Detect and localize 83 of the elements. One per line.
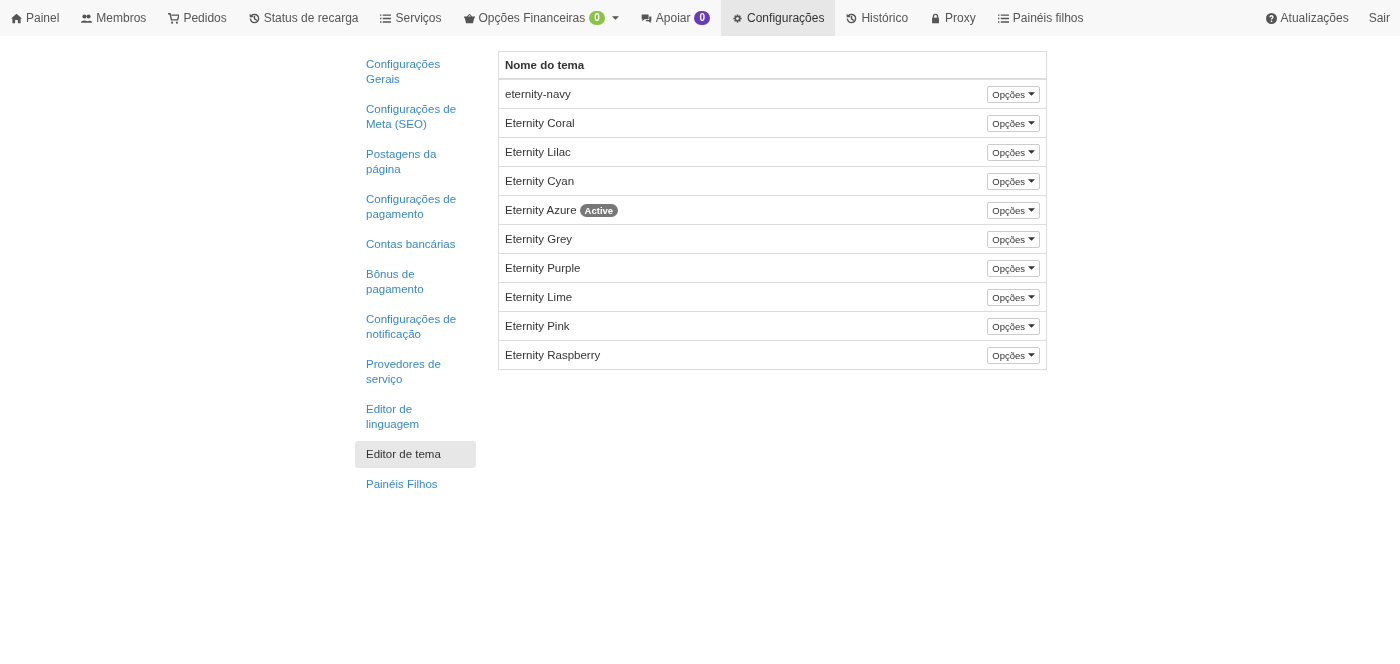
caret-icon — [1028, 324, 1035, 328]
nav-link[interactable]: Pedidos — [157, 0, 238, 36]
options-button[interactable]: Opções — [987, 85, 1040, 103]
nav-label: Atualizações — [1280, 11, 1349, 25]
nav-label: Pedidos — [183, 11, 227, 25]
nav-link[interactable]: Histórico — [835, 0, 920, 36]
sidebar-link[interactable]: Editor de linguagem — [355, 396, 476, 438]
options-button[interactable]: Opções — [987, 346, 1040, 364]
caret-icon — [1028, 179, 1035, 183]
nav-label: Configurações — [747, 11, 825, 25]
sidebar-link[interactable]: Editor de tema — [355, 441, 476, 468]
options-button[interactable]: Opções — [987, 172, 1040, 190]
sidebar-link[interactable]: Configurações de Meta (SEO) — [355, 96, 476, 138]
sidebar-link[interactable]: Configurações de notificação — [355, 306, 476, 348]
settings-icon — [732, 12, 744, 24]
nav-label: Painel — [26, 11, 60, 25]
nav-label: Proxy — [945, 11, 976, 25]
theme-name: Eternity Lime — [505, 291, 573, 303]
options-button[interactable]: Opções — [987, 201, 1040, 219]
nav-label: Serviços — [395, 11, 442, 25]
nav-link[interactable]: Membros — [70, 0, 158, 36]
caret-icon — [1028, 208, 1035, 212]
caret-icon — [1028, 150, 1035, 154]
sidebar-link[interactable]: Painéis Filhos — [355, 471, 476, 498]
options-button[interactable]: Opções — [987, 259, 1040, 277]
nav-link[interactable]: Configurações — [721, 0, 836, 36]
sidebar-link[interactable]: Configurações de pagamento — [355, 186, 476, 228]
nav-label: Apoiar — [655, 11, 691, 25]
theme-name: Eternity Azure — [505, 204, 577, 216]
theme-name: Eternity Pink — [505, 320, 570, 332]
caret-icon — [1028, 121, 1035, 125]
nav-link[interactable]: Opções Financeiras 0 — [452, 0, 630, 36]
sidebar-link[interactable]: Configurações Gerais — [355, 51, 476, 93]
nav-label: Status de recarga — [263, 11, 359, 25]
nav-label: Membros — [96, 11, 147, 25]
history-icon — [846, 12, 858, 24]
users-icon — [81, 12, 93, 24]
options-button[interactable]: Opções — [987, 288, 1040, 306]
caret-icon — [1028, 353, 1035, 357]
nav-link[interactable]: Serviços — [369, 0, 453, 36]
caret-icon — [1028, 92, 1035, 96]
chat-bubbles-icon — [640, 12, 652, 24]
nav-link[interactable]: Status de recarga — [237, 0, 370, 36]
nav-link[interactable]: Proxy — [919, 0, 987, 36]
nav-label: Opções Financeiras — [478, 11, 586, 25]
theme-name: Eternity Cyan — [505, 175, 575, 187]
history-icon — [248, 12, 260, 24]
sidebar-link[interactable]: Provedores de serviço — [355, 351, 476, 393]
count-badge: 0 — [589, 11, 605, 25]
column-header: Nome do tema — [499, 52, 1046, 79]
help-icon — [1265, 12, 1277, 24]
theme-name: Eternity Purple — [505, 262, 581, 274]
home-icon — [11, 12, 22, 24]
sidebar-link[interactable]: Postagens da página — [355, 141, 476, 183]
nav-link[interactable]: Sair — [1358, 0, 1400, 36]
sidebar-link[interactable]: Contas bancárias — [355, 231, 476, 258]
count-badge: 0 — [694, 11, 711, 25]
nav-label: Painéis filhos — [1012, 11, 1084, 25]
basket-icon — [463, 12, 475, 24]
caret-icon — [1028, 266, 1035, 270]
caret-icon — [1028, 237, 1035, 241]
nav-link[interactable]: Apoiar 0 — [629, 0, 722, 36]
list-icon — [997, 12, 1009, 24]
cart-icon — [168, 12, 180, 24]
nav-label: Histórico — [861, 11, 909, 25]
status-badge: Active — [579, 203, 619, 217]
sidebar-link[interactable]: Bônus de pagamento — [355, 261, 476, 303]
options-button[interactable]: Opções — [987, 114, 1040, 132]
theme-name: Eternity Coral — [505, 117, 575, 129]
theme-name: Eternity Lilac — [505, 146, 571, 158]
theme-name: Eternity Grey — [505, 233, 573, 245]
lock-icon — [930, 12, 942, 24]
options-button[interactable]: Opções — [987, 143, 1040, 161]
nav-link[interactable]: Painel — [0, 0, 71, 36]
theme-name: eternity-navy — [505, 88, 571, 100]
theme-name: Eternity Raspberry — [505, 349, 601, 361]
list-icon — [380, 12, 392, 24]
nav-link[interactable]: Atualizações — [1255, 0, 1359, 36]
nav-label: Sair — [1368, 11, 1390, 25]
options-button[interactable]: Opções — [987, 230, 1040, 248]
nav-link[interactable]: Painéis filhos — [986, 0, 1095, 36]
caret-icon — [1028, 295, 1035, 299]
options-button[interactable]: Opções — [987, 317, 1040, 335]
